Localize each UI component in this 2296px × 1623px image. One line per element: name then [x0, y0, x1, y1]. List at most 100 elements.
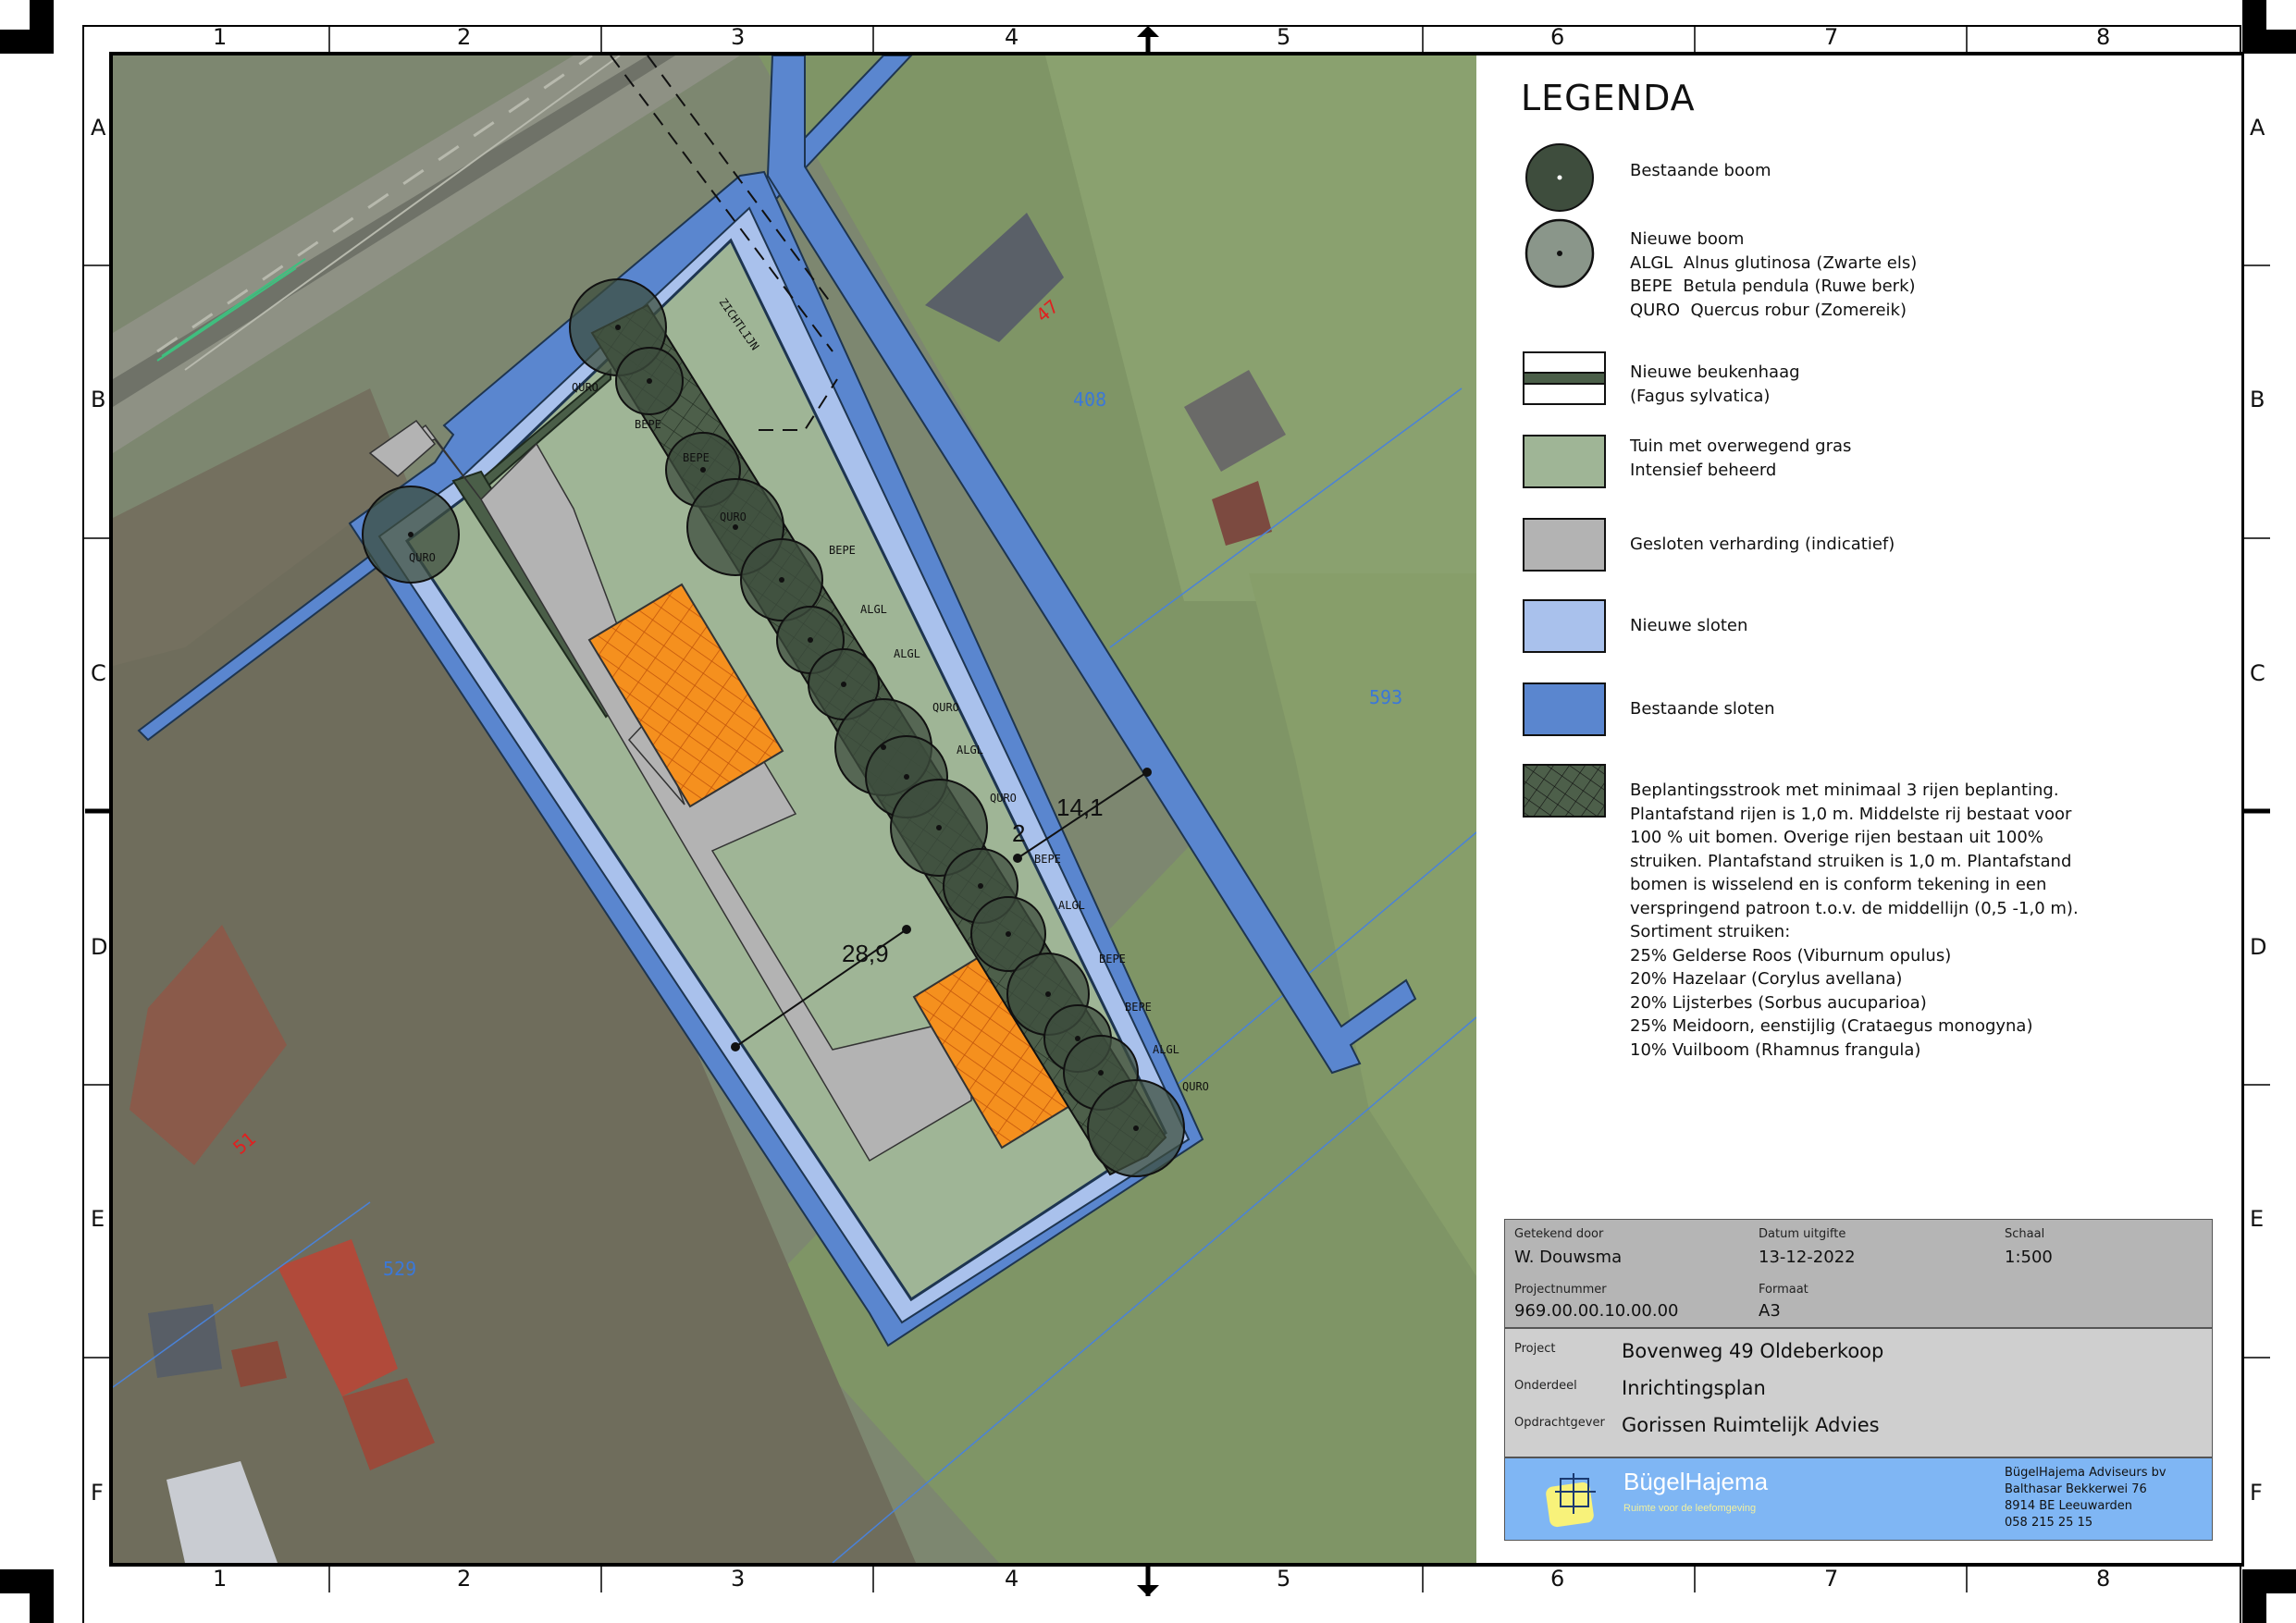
title-block-meta: Getekend door W. Douwsma Datum uitgifte …: [1504, 1219, 2213, 1328]
label-quro-6: QURO: [1182, 1080, 1209, 1093]
site-plan-map: QURO QURO BEPE BEPE QURO BEPE ALGL ALGL …: [113, 55, 1476, 1563]
legend-existing-ditch: Bestaande sloten: [1630, 699, 1775, 719]
grid-col-7-top: 7: [1824, 24, 1839, 50]
title-block-project: Project Bovenweg 49 Oldeberkoop Onderdee…: [1504, 1328, 2213, 1457]
label-quro-2: QURO: [409, 551, 436, 564]
legend-new-ditch: Nieuwe sloten: [1630, 616, 1748, 635]
legend-grass: Tuin met overwegend gras Intensief behee…: [1630, 436, 1852, 480]
formaat-value: A3: [1759, 1301, 1781, 1321]
parcel-51: 51: [228, 1127, 260, 1159]
label-algl-3: ALGL: [957, 744, 983, 756]
grid-row-c-left: C: [91, 660, 106, 686]
schaal-value: 1:500: [2005, 1248, 2053, 1267]
grid-col-4-bottom: 4: [1005, 1566, 1019, 1592]
hedge-icon: [1523, 351, 1606, 405]
grid-col-8-bottom: 8: [2096, 1566, 2111, 1592]
label-quro-4: QURO: [932, 701, 959, 714]
grid-row-c-right: C: [2250, 660, 2265, 686]
grid-col-5-top: 5: [1277, 24, 1291, 50]
new-tree-icon: [1524, 218, 1595, 289]
label-quro-5: QURO: [990, 792, 1017, 805]
projectnummer-label: Projectnummer: [1514, 1283, 1607, 1297]
label-algl-5: ALGL: [1153, 1043, 1179, 1056]
legend-new-tree: Nieuwe boom ALGL Alnus glutinosa (Zwarte…: [1630, 229, 1918, 320]
label-quro-1: QURO: [572, 381, 599, 394]
existing-ditch-swatch: [1523, 682, 1606, 736]
label-zichtlijn: ZICHTLIJN: [716, 296, 762, 353]
new-ditch-swatch: [1523, 599, 1606, 653]
grid-col-2-bottom: 2: [457, 1566, 472, 1592]
existing-tree-icon: [1525, 143, 1594, 212]
grid-col-6-bottom: 6: [1550, 1566, 1565, 1592]
grid-row-a-right: A: [2250, 115, 2265, 141]
grid-row-b-left: B: [91, 387, 106, 412]
dimension-28-9: 28,9: [842, 940, 889, 967]
opdrachtgever-label: Opdrachtgever: [1514, 1416, 1605, 1430]
title-block: Getekend door W. Douwsma Datum uitgifte …: [1504, 1219, 2213, 1541]
legend-title: LEGENDA: [1521, 78, 1696, 118]
parcel-47: 47: [1031, 295, 1063, 326]
label-quro-3: QURO: [720, 510, 747, 523]
datum-label: Datum uitgifte: [1759, 1227, 1846, 1241]
company-logo-icon: [1546, 1473, 1596, 1528]
label-bepe-5: BEPE: [1099, 953, 1126, 965]
getekend-label: Getekend door: [1514, 1227, 1604, 1241]
label-bepe-2: BEPE: [683, 451, 710, 464]
company-name: BügelHajema: [1623, 1468, 1769, 1495]
grid-col-3-top: 3: [731, 24, 746, 50]
projectnummer-value: 969.00.00.10.00.00: [1514, 1301, 1679, 1321]
label-bepe-3: BEPE: [829, 544, 856, 557]
label-bepe-1: BEPE: [635, 418, 661, 431]
grid-col-1-bottom: 1: [213, 1566, 228, 1592]
grid-row-f-left: F: [91, 1480, 104, 1506]
grid-row-e-left: E: [91, 1206, 105, 1232]
address-line-2: Balthasar Bekkerwei 76: [2005, 1482, 2147, 1496]
grid-row-e-right: E: [2250, 1206, 2265, 1232]
onderdeel-label: Onderdeel: [1514, 1379, 1577, 1393]
company-tagline: Ruimte voor de leefomgeving: [1623, 1503, 1757, 1514]
dimension-14-1: 14,1: [1056, 793, 1104, 821]
label-algl-4: ALGL: [1058, 899, 1085, 912]
label-bepe-4: BEPE: [1034, 853, 1061, 866]
schaal-label: Schaal: [2005, 1227, 2045, 1241]
dimension-2: 2: [1012, 819, 1026, 847]
grid-col-8-top: 8: [2096, 24, 2111, 50]
grid-row-f-right: F: [2250, 1480, 2263, 1506]
formaat-label: Formaat: [1759, 1283, 1808, 1297]
grid-col-6-top: 6: [1550, 24, 1565, 50]
grid-col-4-top: 4: [1005, 24, 1019, 50]
label-bepe-6: BEPE: [1125, 1001, 1152, 1014]
legend-paving: Gesloten verharding (indicatief): [1630, 535, 1895, 554]
grid-row-d-right: D: [2250, 934, 2267, 960]
project-value: Bovenweg 49 Oldeberkoop: [1622, 1340, 1884, 1362]
grid-col-3-bottom: 3: [731, 1566, 746, 1592]
grass-swatch: [1523, 435, 1606, 488]
getekend-value: W. Douwsma: [1514, 1248, 1623, 1267]
datum-value: 13-12-2022: [1759, 1248, 1856, 1267]
parcel-593: 593: [1369, 686, 1403, 708]
address-line-4: 058 215 25 15: [2005, 1516, 2093, 1530]
opdrachtgever-value: Gorissen Ruimtelijk Advies: [1622, 1414, 1880, 1436]
grid-col-1-top: 1: [213, 24, 228, 50]
parcel-408: 408: [1073, 388, 1107, 411]
grid-col-7-bottom: 7: [1824, 1566, 1839, 1592]
label-algl-2: ALGL: [894, 647, 920, 660]
planting-strip-swatch: [1523, 764, 1606, 818]
onderdeel-value: Inrichtingsplan: [1622, 1377, 1766, 1399]
address-line-3: 8914 BE Leeuwarden: [2005, 1499, 2132, 1513]
grid-col-2-top: 2: [457, 24, 472, 50]
project-label: Project: [1514, 1342, 1556, 1356]
legend-planting-strip: Beplantingsstrook met minimaal 3 rijen b…: [1630, 781, 2079, 1060]
drawing-sheet: 1 2 3 4 5 6 7 8 1 2 3 4 5 6 7 8 A B C D …: [0, 0, 2296, 1623]
address-line-1: BügelHajema Adviseurs bv: [2005, 1466, 2166, 1480]
grid-col-5-bottom: 5: [1277, 1566, 1291, 1592]
legend-existing-tree: Bestaande boom: [1630, 161, 1771, 180]
grid-row-b-right: B: [2250, 387, 2265, 412]
title-block-company: BügelHajema Ruimte voor de leefomgeving …: [1504, 1457, 2213, 1541]
grid-row-d-left: D: [91, 934, 108, 960]
label-algl-1: ALGL: [860, 603, 887, 616]
legend-hedge: Nieuwe beukenhaag (Fagus sylvatica): [1630, 363, 1800, 406]
parcel-529: 529: [383, 1258, 417, 1280]
grid-row-a-left: A: [91, 115, 106, 141]
paving-swatch: [1523, 518, 1606, 572]
